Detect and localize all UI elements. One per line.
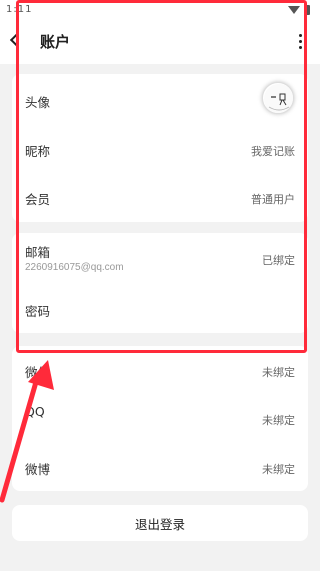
wechat-row[interactable]: 微信 未绑定: [12, 346, 308, 394]
weibo-label: 微博: [25, 462, 51, 477]
social-binding-card: 微信 未绑定 QQ 未绑定 微博 未绑定: [12, 346, 308, 491]
weibo-row[interactable]: 微博 未绑定: [12, 442, 308, 491]
qq-row[interactable]: QQ 未绑定: [12, 394, 308, 442]
logout-label: 退出登录: [134, 517, 185, 532]
qq-label: QQ: [25, 404, 45, 419]
weibo-status: 未绑定: [262, 463, 295, 476]
qq-status: 未绑定: [262, 414, 295, 427]
wechat-status: 未绑定: [262, 366, 295, 379]
highlight-box: [16, 0, 307, 353]
logout-button[interactable]: 退出登录: [12, 505, 308, 541]
wechat-label: 微信: [25, 365, 51, 380]
